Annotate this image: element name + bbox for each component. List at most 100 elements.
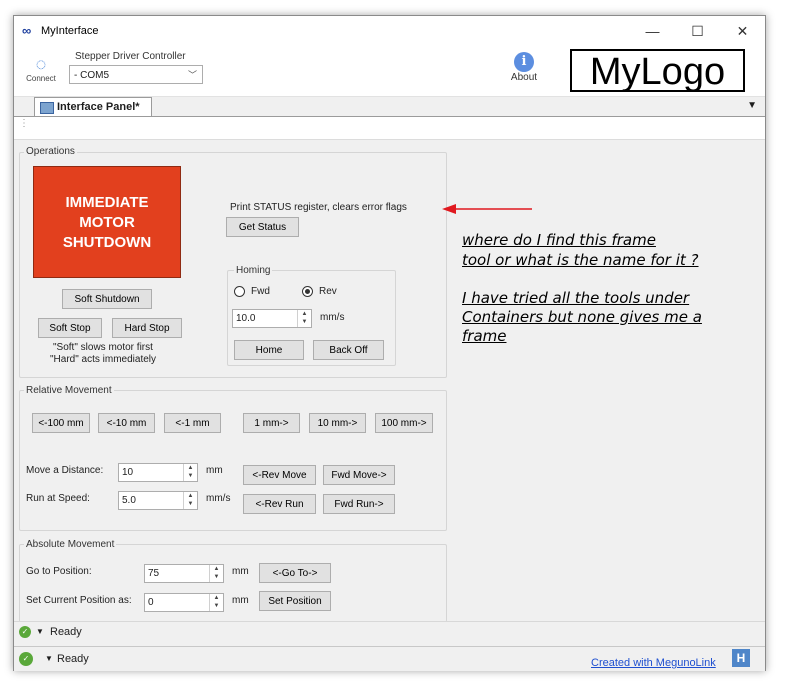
- chevron-down-icon: ﹀: [187, 70, 197, 80]
- spinner-icon[interactable]: ▲ ▼: [209, 594, 223, 611]
- connect-icon: ◌: [35, 54, 47, 74]
- operations-title: Operations: [24, 146, 77, 157]
- app-infinity-icon: ∞: [22, 23, 32, 38]
- annotation-arrow: [442, 204, 532, 214]
- annotation-line-5: frame: [462, 327, 507, 345]
- tab-interface-panel[interactable]: Interface Panel*: [34, 97, 152, 116]
- tab-label: Interface Panel*: [57, 101, 140, 113]
- move-fwd-100-button[interactable]: 100 mm->: [375, 413, 433, 433]
- panel-toolstrip: ⋮: [14, 117, 765, 140]
- fwd-move-button[interactable]: Fwd Move->: [323, 465, 395, 485]
- rev-move-button[interactable]: <-Rev Move: [243, 465, 316, 485]
- immediate-shutdown-button[interactable]: IMMEDIATE MOTOR SHUTDOWN: [33, 166, 181, 278]
- set-position-input[interactable]: 0 ▲ ▼: [144, 593, 224, 612]
- about-label: About: [510, 72, 538, 83]
- distance-input[interactable]: 10 ▲ ▼: [118, 463, 198, 482]
- set-position-label: Set Current Position as:: [26, 595, 132, 606]
- goto-label: Go to Position:: [26, 566, 92, 577]
- status-dropdown-icon[interactable]: ▼: [36, 622, 44, 642]
- home-button[interactable]: Home: [234, 340, 304, 360]
- move-back-100-button[interactable]: <-100 mm: [32, 413, 90, 433]
- grip-icon[interactable]: ⋮: [19, 119, 29, 129]
- status-dropdown-icon[interactable]: ▼: [45, 649, 53, 669]
- spinner-icon[interactable]: ▲ ▼: [297, 310, 311, 327]
- panel-status-text: Ready: [50, 626, 82, 638]
- homing-speed-value: 10.0: [236, 313, 256, 324]
- hard-stop-button[interactable]: Hard Stop: [112, 318, 182, 338]
- check-icon: ✓: [19, 626, 31, 638]
- annotation-line-2: tool or what is the name for it ?: [462, 251, 699, 269]
- distance-unit: mm: [206, 465, 223, 476]
- homing-speed-input[interactable]: 10.0 ▲ ▼: [232, 309, 312, 328]
- panel-status-bar: ✓ ▼ Ready: [14, 621, 765, 642]
- soft-stop-button[interactable]: Soft Stop: [38, 318, 102, 338]
- goto-unit: mm: [232, 566, 249, 577]
- soft-shutdown-button[interactable]: Soft Shutdown: [62, 289, 152, 309]
- fwd-radio[interactable]: [234, 286, 245, 297]
- absolute-movement-title: Absolute Movement: [24, 539, 117, 550]
- homing-speed-unit: mm/s: [320, 312, 345, 323]
- check-icon: ✓: [19, 652, 33, 666]
- rev-run-button[interactable]: <-Rev Run: [243, 494, 316, 514]
- homing-title: Homing: [234, 265, 273, 276]
- title-bar: ∞ MyInterface — ☐ ✕: [14, 16, 765, 46]
- set-position-button[interactable]: Set Position: [259, 591, 331, 611]
- absolute-movement-group: [19, 544, 447, 622]
- fwd-label: Fwd: [251, 286, 270, 297]
- move-back-10-button[interactable]: <-10 mm: [98, 413, 155, 433]
- tab-strip: Interface Panel* ▼: [14, 97, 765, 117]
- stop-note-1: "Soft" slows motor first: [53, 342, 153, 353]
- port-select[interactable]: - COM5 ﹀: [69, 65, 203, 84]
- tab-dropdown-icon[interactable]: ▼: [747, 100, 757, 111]
- speed-unit: mm/s: [206, 493, 231, 504]
- goto-input[interactable]: 75 ▲ ▼: [144, 564, 224, 583]
- rev-label: Rev: [319, 286, 337, 297]
- port-value: - COM5: [74, 70, 109, 81]
- minimize-button[interactable]: —: [630, 16, 675, 46]
- status-description: Print STATUS register, clears error flag…: [230, 202, 407, 213]
- annotation-line-3: I have tried all the tools under: [462, 289, 690, 307]
- spinner-icon[interactable]: ▲ ▼: [209, 565, 223, 582]
- app-window: ∞ MyInterface — ☐ ✕ ◌ Connect Stepper Dr…: [13, 15, 766, 671]
- move-fwd-1-button[interactable]: 1 mm->: [243, 413, 300, 433]
- set-position-unit: mm: [232, 595, 249, 606]
- spinner-icon[interactable]: ▲ ▼: [183, 464, 197, 481]
- maximize-button[interactable]: ☐: [675, 16, 720, 46]
- annotation-line-1: where do I find this frame: [462, 231, 656, 249]
- distance-label: Move a Distance:: [26, 465, 104, 476]
- stop-note-2: "Hard" acts immediately: [50, 354, 157, 365]
- goto-value: 75: [148, 568, 160, 579]
- shutdown-line-3: SHUTDOWN: [62, 234, 152, 251]
- window-status-text: Ready: [57, 653, 89, 665]
- close-button[interactable]: ✕: [720, 16, 765, 46]
- logo: MyLogo: [570, 49, 745, 93]
- connect-label: Connect: [26, 74, 56, 83]
- set-position-value: 0: [148, 597, 154, 608]
- move-back-1-button[interactable]: <-1 mm: [164, 413, 221, 433]
- shutdown-line-2: MOTOR: [79, 214, 135, 231]
- distance-value: 10: [122, 467, 134, 478]
- megunolink-link[interactable]: Created with MegunoLink: [591, 653, 716, 673]
- about-button[interactable]: i About: [509, 52, 539, 83]
- get-status-button[interactable]: Get Status: [226, 217, 299, 237]
- info-icon: i: [514, 52, 534, 72]
- toolbar: ◌ Connect Stepper Driver Controller - CO…: [14, 46, 765, 97]
- speed-label: Run at Speed:: [26, 493, 90, 504]
- shutdown-line-1: IMMEDIATE: [65, 194, 149, 211]
- go-to-button[interactable]: <-Go To->: [259, 563, 331, 583]
- megunolink-logo-icon: H: [732, 649, 750, 667]
- speed-value: 5.0: [122, 495, 136, 506]
- connect-button[interactable]: ◌ Connect: [24, 54, 58, 83]
- panel-icon: [40, 102, 54, 114]
- fwd-run-button[interactable]: Fwd Run->: [323, 494, 395, 514]
- back-off-button[interactable]: Back Off: [313, 340, 384, 360]
- window-title: MyInterface: [41, 25, 99, 37]
- controller-label: Stepper Driver Controller: [75, 51, 186, 62]
- speed-input[interactable]: 5.0 ▲ ▼: [118, 491, 198, 510]
- relative-movement-title: Relative Movement: [24, 385, 114, 396]
- move-fwd-10-button[interactable]: 10 mm->: [309, 413, 366, 433]
- spinner-icon[interactable]: ▲ ▼: [183, 492, 197, 509]
- window-status-bar: ✓ ▼ Ready Created with MegunoLink H: [14, 646, 765, 671]
- annotation-line-4: Containers but none gives me a: [462, 308, 702, 326]
- rev-radio[interactable]: [302, 286, 313, 297]
